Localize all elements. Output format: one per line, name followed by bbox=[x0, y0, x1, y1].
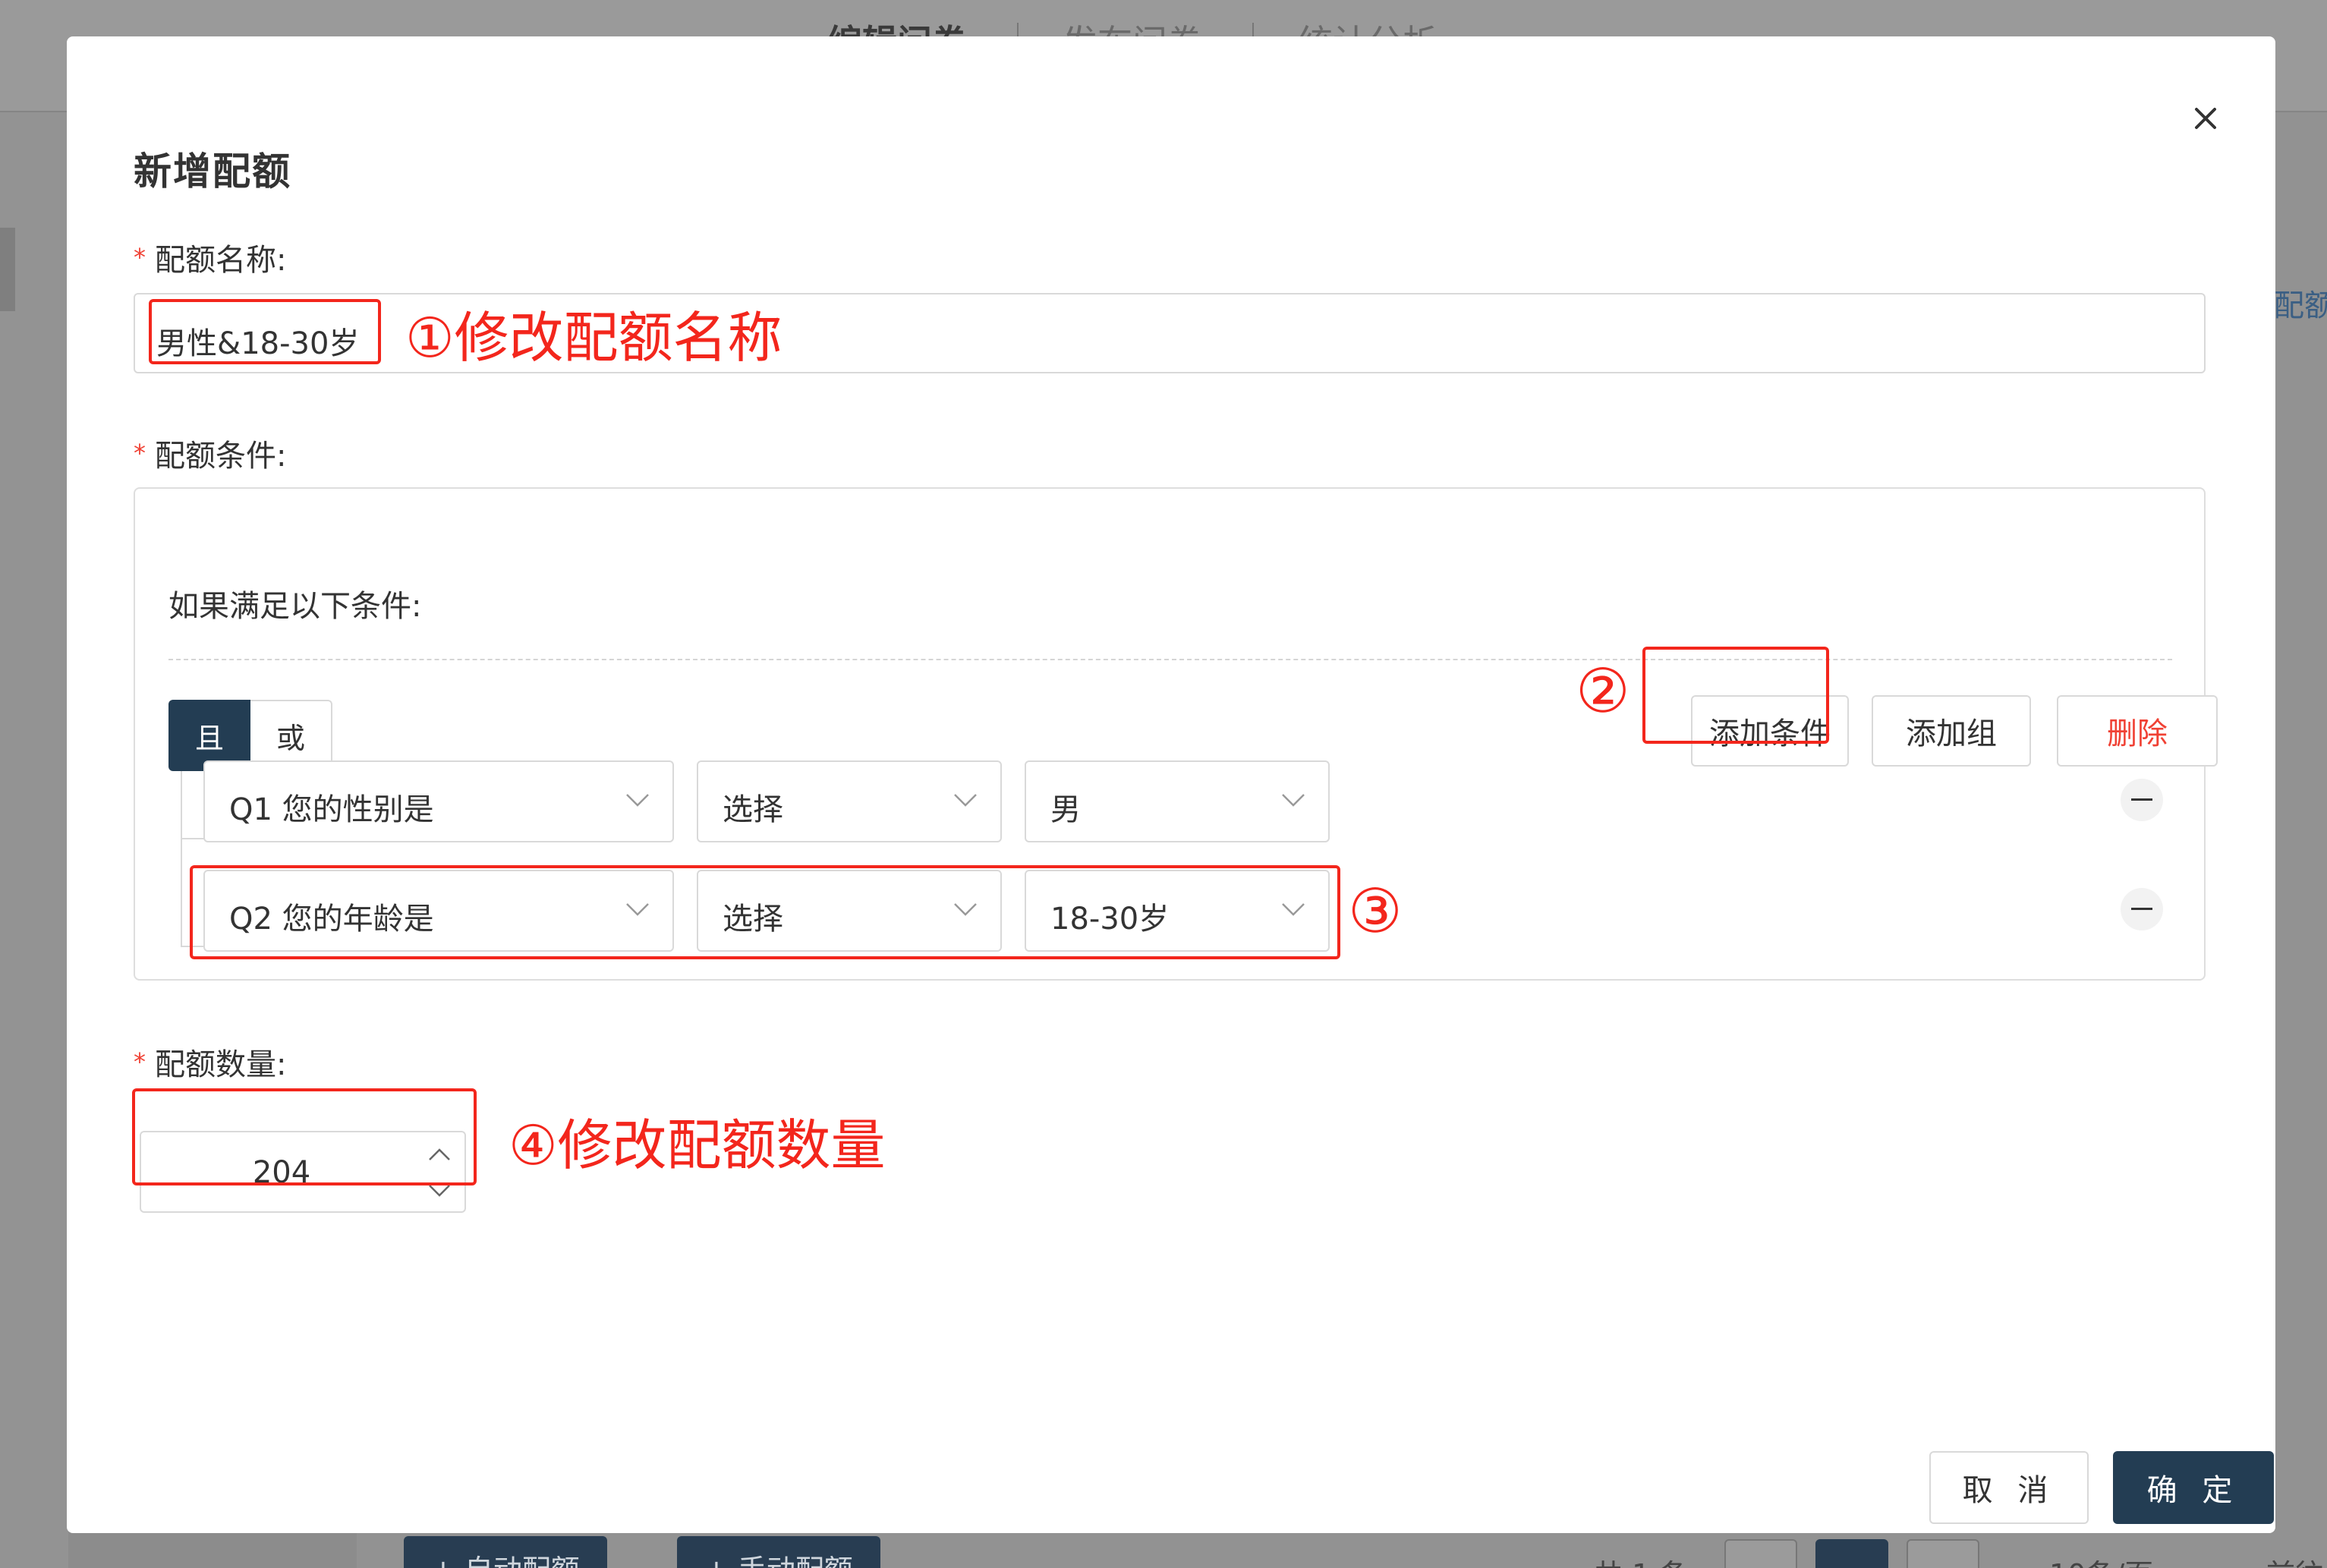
add-group-button[interactable]: 添加组 bbox=[1872, 695, 2031, 767]
chevron-down-icon bbox=[1282, 903, 1305, 916]
chevron-down-icon[interactable] bbox=[428, 1182, 451, 1198]
chevron-down-icon bbox=[954, 903, 977, 916]
close-icon[interactable] bbox=[2184, 97, 2227, 140]
quota-conditions-label: * 配额条件: bbox=[134, 439, 287, 474]
quota-quantity-label: * 配额数量: bbox=[134, 1047, 287, 1082]
conditions-divider bbox=[168, 659, 2172, 660]
condition-tree-branch bbox=[181, 946, 206, 947]
condition-tree-line bbox=[181, 771, 182, 946]
bg-auto-quota-button: + 自动配额 bbox=[404, 1536, 607, 1568]
confirm-button[interactable]: 确 定 bbox=[2113, 1451, 2274, 1524]
required-mark: * bbox=[134, 439, 146, 468]
chevron-down-icon bbox=[954, 794, 977, 807]
bg-page-size: 10条/页 bbox=[2049, 1551, 2153, 1568]
annotation-label-1: ①修改配额名称 bbox=[405, 306, 782, 370]
add-quota-modal: 新增配额 * 配额名称: 男性&18-30岁 * 配额条件: 如果满足以下条件: 且… bbox=[67, 36, 2275, 1533]
add-condition-button[interactable]: 添加条件 bbox=[1691, 695, 1849, 767]
chevron-down-icon bbox=[1282, 794, 1305, 807]
chevron-down-icon bbox=[626, 903, 649, 916]
row2-operator-select[interactable]: 选择 bbox=[697, 870, 1002, 952]
quota-quantity-value: 204 bbox=[252, 1155, 311, 1190]
row1-remove-icon[interactable] bbox=[2121, 779, 2163, 821]
row2-remove-icon[interactable] bbox=[2121, 888, 2163, 930]
quota-quantity-input[interactable]: 204 bbox=[140, 1131, 466, 1213]
background-sidebar-marker bbox=[0, 228, 15, 311]
required-mark: * bbox=[134, 243, 146, 272]
chevron-up-icon[interactable] bbox=[428, 1148, 451, 1163]
bg-page-current bbox=[1815, 1539, 1888, 1568]
row2-question-select[interactable]: Q2 您的年龄是 bbox=[203, 870, 674, 952]
row1-operator-select[interactable]: 选择 bbox=[697, 760, 1002, 842]
annotation-number-3: ③ bbox=[1348, 876, 1403, 946]
chevron-down-icon bbox=[626, 794, 649, 807]
annotation-number-2: ② bbox=[1576, 656, 1630, 726]
quota-name-label: * 配额名称: bbox=[134, 243, 287, 278]
bg-total-count: 共 1 条 bbox=[1594, 1551, 1688, 1568]
cancel-button[interactable]: 取 消 bbox=[1929, 1451, 2089, 1524]
condition-tree-branch bbox=[181, 838, 206, 839]
bg-goto: 前往 bbox=[2266, 1551, 2324, 1568]
bg-column-header: 配额数量 bbox=[2274, 288, 2327, 323]
row2-value-select[interactable]: 18-30岁 bbox=[1025, 870, 1330, 952]
quota-name-value: 男性&18-30岁 bbox=[156, 326, 360, 361]
delete-button[interactable]: 删除 bbox=[2057, 695, 2218, 767]
conditions-heading: 如果满足以下条件: bbox=[168, 589, 422, 624]
bg-manual-quota-button: + 手动配额 bbox=[677, 1536, 880, 1568]
modal-title: 新增配额 bbox=[134, 150, 291, 194]
bg-page-prev bbox=[1724, 1539, 1797, 1568]
background-sidebar bbox=[0, 112, 68, 1568]
annotation-label-4: ④修改配额数量 bbox=[509, 1113, 886, 1177]
row1-question-select[interactable]: Q1 您的性别是 bbox=[203, 760, 674, 842]
row1-value-select[interactable]: 男 bbox=[1025, 760, 1330, 842]
bg-page-next bbox=[1907, 1539, 1979, 1568]
required-mark: * bbox=[134, 1047, 146, 1076]
